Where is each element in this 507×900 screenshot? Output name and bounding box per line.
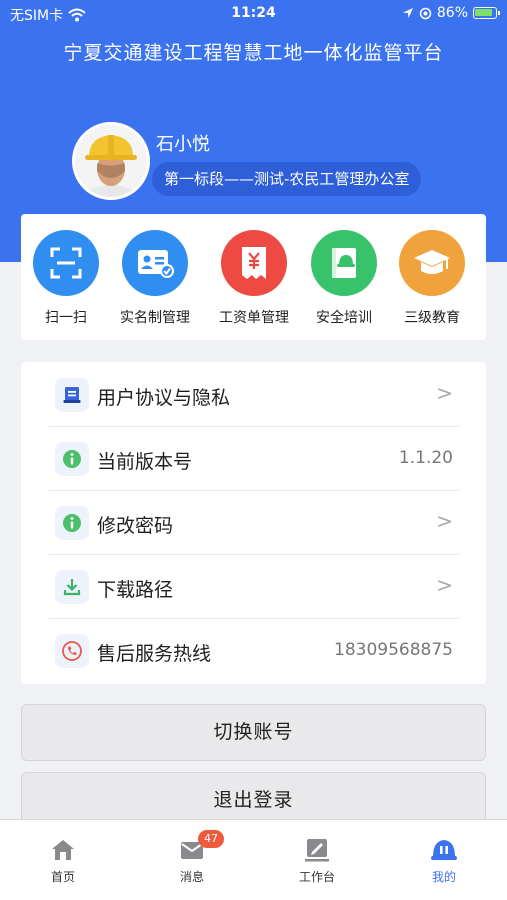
home-icon (23, 836, 103, 864)
switch-account-button[interactable]: 切换账号 (21, 704, 486, 761)
organization-badge: 第一标段——测试-农民工管理办公室 (152, 162, 422, 196)
unread-badge: 47 (198, 830, 224, 848)
id-card-icon (122, 230, 188, 296)
menu-item-label: 当前版本号 (97, 451, 193, 473)
quick-action-scan[interactable]: 扫一扫 (21, 230, 111, 327)
scan-icon (33, 230, 99, 296)
battery-icon (473, 7, 500, 19)
quick-action-payroll[interactable]: 工资单管理 (209, 230, 299, 327)
chevron-right-icon: > (436, 381, 453, 405)
payroll-icon (221, 230, 287, 296)
menu-item-label: 下载路径 (97, 579, 174, 601)
settings-menu: 用户协议与隐私 > 当前版本号 1.1.20 修改密码 > 下载路径 > 售后服… (21, 362, 486, 684)
tab-profile[interactable]: 我的 (404, 836, 484, 885)
info-icon (55, 442, 89, 476)
menu-item-service-hotline[interactable]: 售后服务热线 18309568875 (49, 619, 459, 683)
quick-action-label: 安全培训 (316, 310, 372, 326)
menu-item-label: 售后服务热线 (97, 643, 212, 665)
tab-home[interactable]: 首页 (23, 836, 103, 885)
worker-avatar-icon (75, 125, 147, 197)
download-icon (55, 570, 89, 604)
info-icon (55, 506, 89, 540)
chevron-right-icon: > (436, 509, 453, 533)
menu-item-label: 用户协议与隐私 (97, 387, 231, 409)
orientation-lock-icon (419, 7, 432, 19)
tab-label: 工作台 (298, 870, 335, 884)
user-name: 石小悦 (156, 134, 210, 155)
helmet-book-icon (311, 230, 377, 296)
quick-action-safety-training[interactable]: 安全培训 (299, 230, 389, 327)
quick-action-label: 扫一扫 (45, 310, 87, 326)
chevron-right-icon: > (436, 573, 453, 597)
avatar[interactable] (72, 122, 150, 200)
tab-label: 消息 (179, 870, 204, 884)
quick-action-label: 实名制管理 (120, 310, 190, 326)
status-bar: 无SIM卡 11:24 86% (0, 0, 507, 28)
menu-item-download-path[interactable]: 下载路径 > (49, 555, 459, 619)
quick-action-label: 三级教育 (404, 310, 460, 326)
quick-action-label: 工资单管理 (219, 310, 289, 326)
quick-actions-card: 扫一扫 实名制管理 工资单管理 安全培训 三级教育 (21, 214, 486, 340)
tab-label: 我的 (431, 870, 456, 884)
quick-action-realname[interactable]: 实名制管理 (110, 230, 200, 327)
phone-icon (55, 634, 89, 668)
version-number: 1.1.20 (398, 448, 453, 468)
battery-percent: 86% (436, 5, 468, 21)
workbench-icon (277, 836, 357, 864)
location-arrow-icon (402, 8, 413, 18)
menu-item-label: 修改密码 (97, 515, 174, 537)
hotline-number[interactable]: 18309568875 (334, 640, 453, 660)
menu-item-change-password[interactable]: 修改密码 > (49, 491, 459, 555)
bottom-tab-bar: 首页 47 消息 工作台 我的 (0, 819, 507, 900)
tab-workbench[interactable]: 工作台 (277, 836, 357, 885)
tab-messages[interactable]: 47 消息 (152, 830, 232, 885)
profile-icon (404, 836, 484, 864)
document-icon (55, 378, 89, 412)
quick-action-three-level-education[interactable]: 三级教育 (387, 230, 477, 327)
menu-item-version[interactable]: 当前版本号 1.1.20 (49, 427, 459, 491)
menu-item-user-agreement[interactable]: 用户协议与隐私 > (49, 363, 459, 427)
graduation-cap-icon (399, 230, 465, 296)
tab-label: 首页 (50, 870, 75, 884)
app-title: 宁夏交通建设工程智慧工地一体化监管平台 (63, 42, 444, 64)
